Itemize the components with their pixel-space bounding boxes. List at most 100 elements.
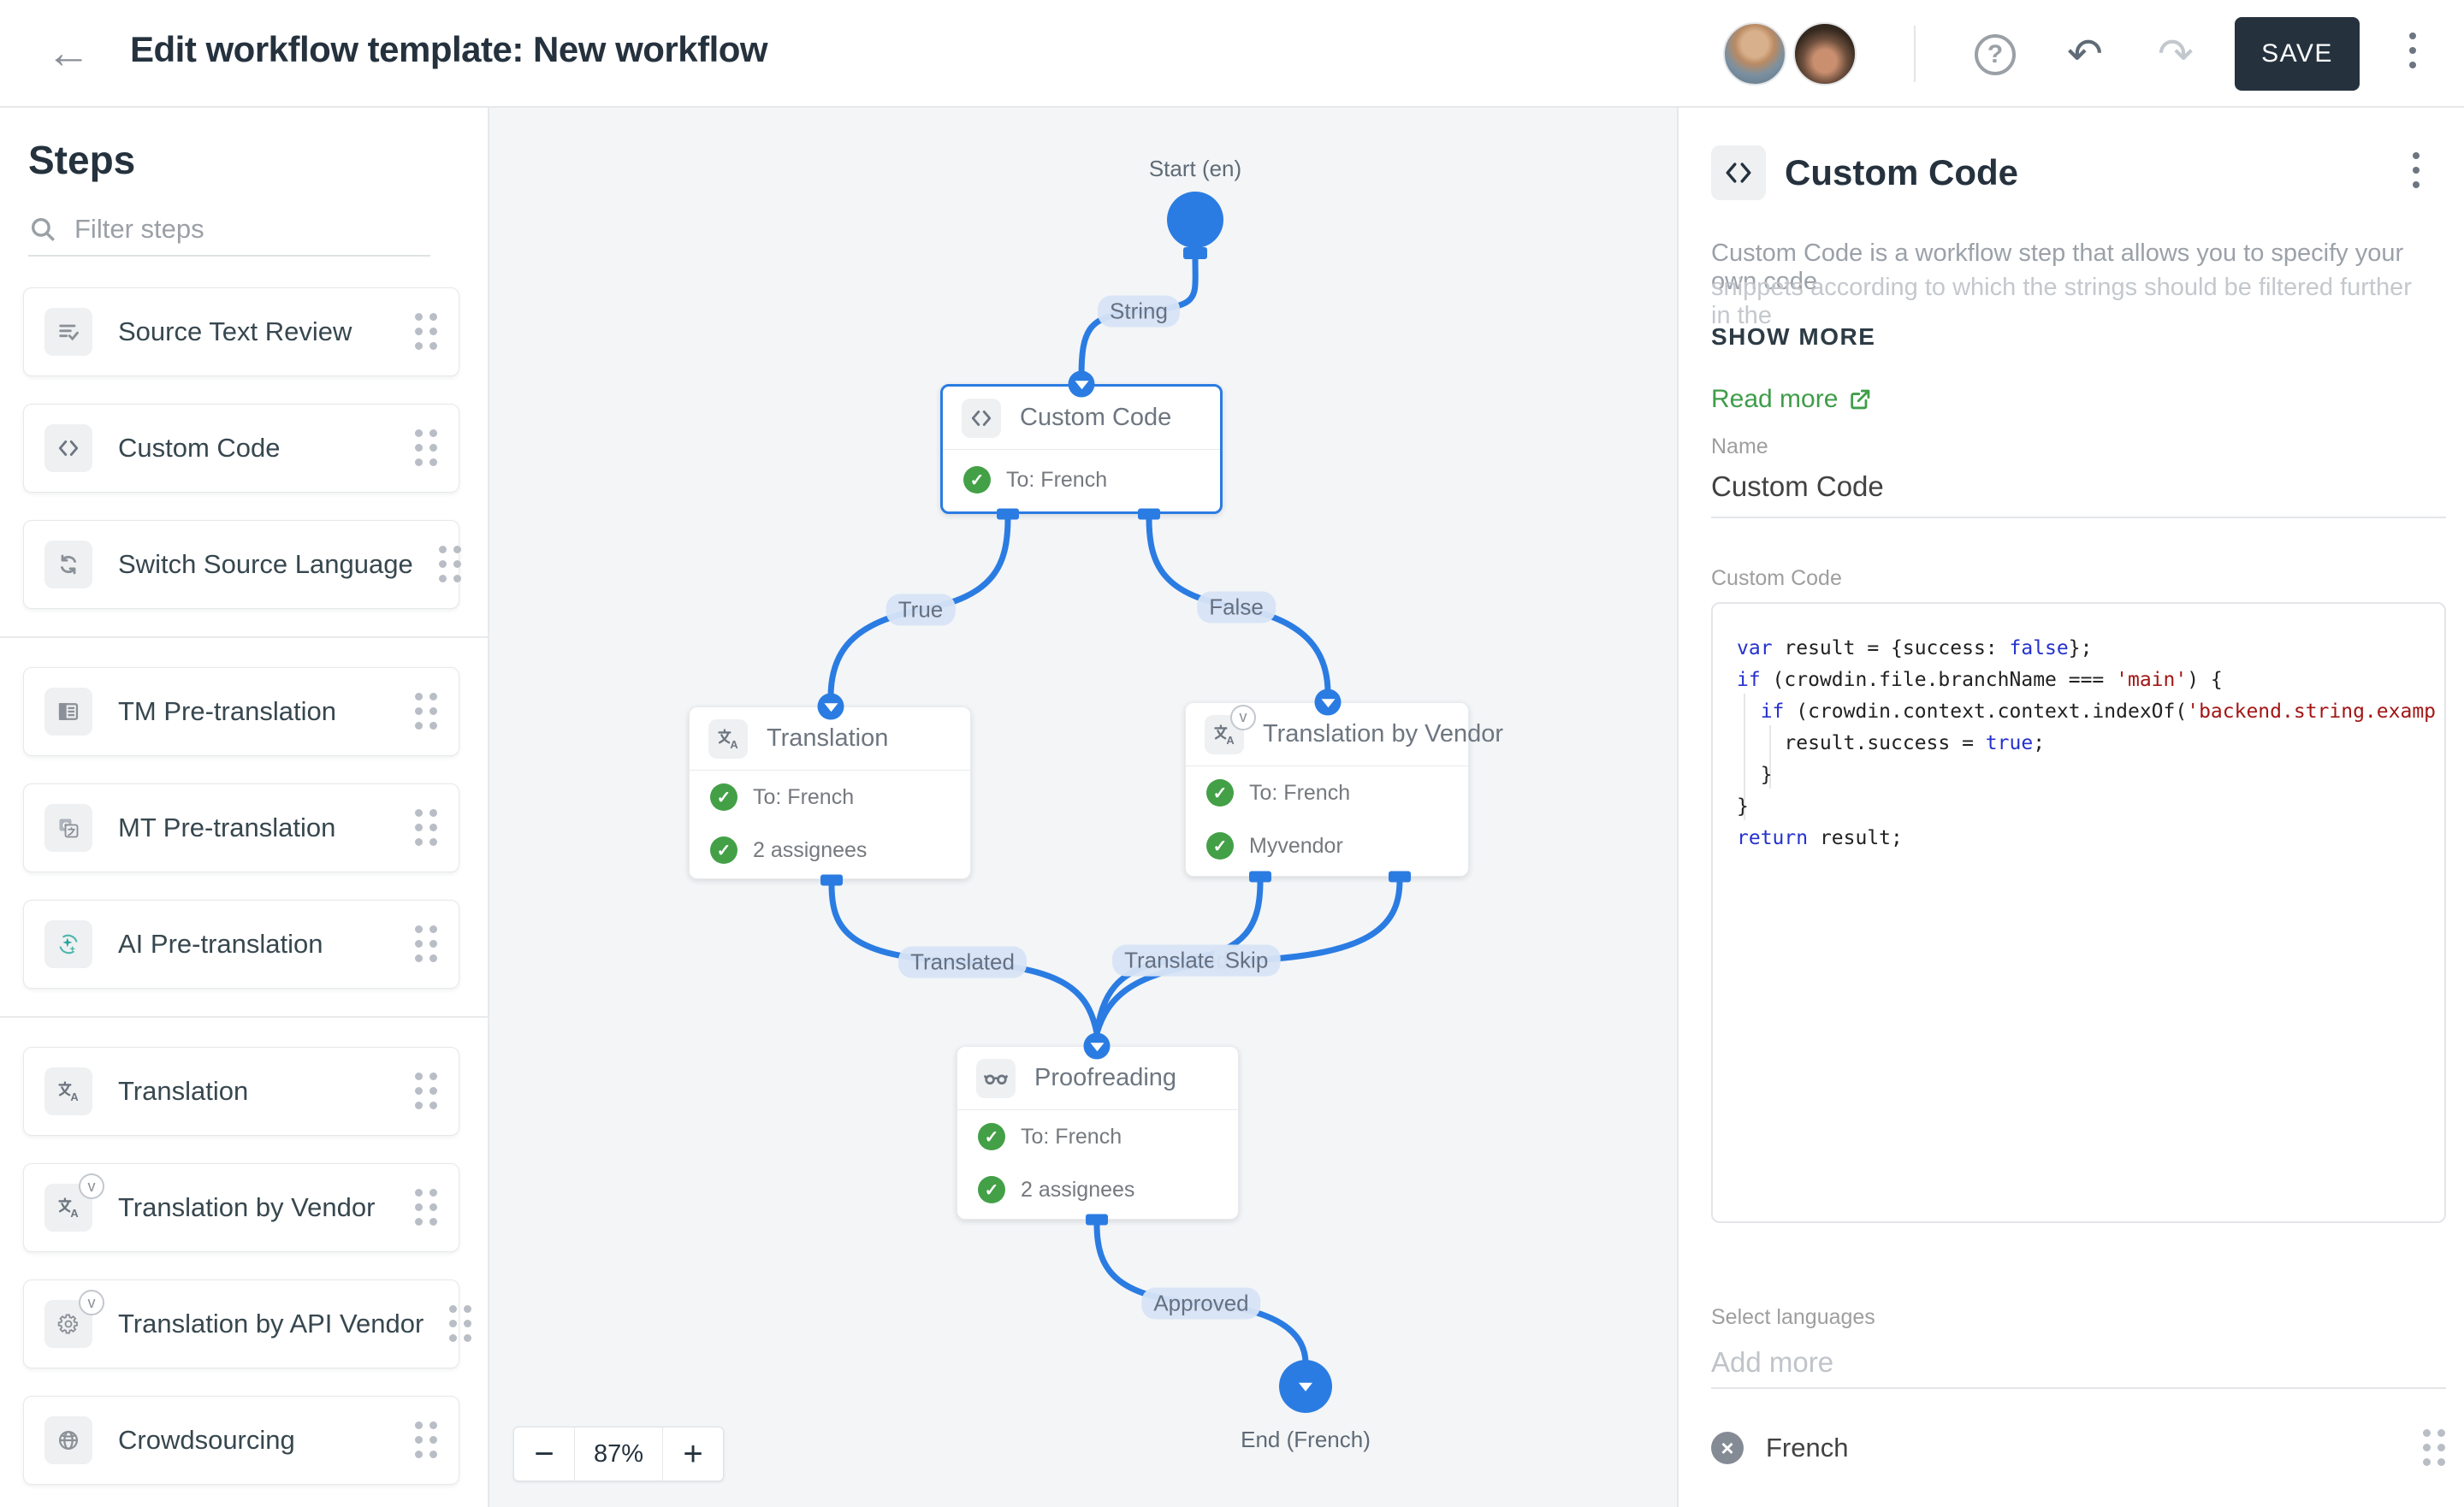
- code-icon: [44, 424, 92, 472]
- step-description-faded: snippets according to which the strings …: [1711, 274, 2430, 330]
- translate-icon: A: [708, 719, 748, 759]
- sidebar-item-custom-code[interactable]: Custom Code: [23, 404, 459, 493]
- search-input[interactable]: [74, 214, 400, 245]
- node-title: Translation by Vendor: [1263, 720, 1503, 748]
- drag-handle-icon[interactable]: [415, 925, 438, 963]
- top-bar: ← Edit workflow template: New workflow ?…: [0, 0, 2464, 108]
- node-check-text: To: French: [1249, 781, 1350, 806]
- mt-icon: G: [44, 804, 92, 852]
- page-title: Edit workflow template: New workflow: [130, 29, 767, 70]
- edge-label-approved: Approved: [1141, 1288, 1260, 1320]
- check-icon: ✓: [710, 836, 737, 864]
- drag-handle-icon[interactable]: [415, 1189, 438, 1226]
- output-port-false[interactable]: [1138, 509, 1160, 520]
- external-link-icon: [1848, 387, 1872, 411]
- check-icon: ✓: [1206, 832, 1234, 860]
- sidebar-item-crowdsourcing[interactable]: Crowdsourcing: [23, 1396, 459, 1485]
- language-row: × French: [1711, 1418, 2446, 1478]
- check-icon: ✓: [710, 783, 737, 811]
- node-title: Translation: [767, 724, 888, 753]
- node-custom-code[interactable]: Custom Code ✓ To: French: [940, 384, 1223, 514]
- language-name: French: [1766, 1433, 2401, 1463]
- sidebar-item-switch-source-language[interactable]: Switch Source Language: [23, 520, 459, 609]
- node-translation-by-vendor[interactable]: A v Translation by Vendor ✓ To: French ✓…: [1185, 702, 1469, 877]
- drag-handle-icon[interactable]: [415, 313, 438, 351]
- output-port-translated[interactable]: [820, 875, 843, 886]
- drag-handle-icon[interactable]: [415, 809, 438, 847]
- output-port-approved[interactable]: [1086, 1214, 1108, 1226]
- output-port-skip[interactable]: [1389, 872, 1411, 883]
- node-check-text: To: French: [1021, 1125, 1122, 1149]
- drag-handle-icon[interactable]: [415, 429, 438, 467]
- sidebar-item-translation[interactable]: ATranslation: [23, 1047, 459, 1136]
- read-more-link[interactable]: Read more: [1711, 385, 1872, 414]
- check-icon: ✓: [978, 1123, 1005, 1150]
- edge-label-false: False: [1197, 592, 1276, 623]
- zoom-in-button[interactable]: +: [663, 1427, 723, 1480]
- drag-handle-icon[interactable]: [2423, 1429, 2446, 1467]
- edge-label-skip: Skip: [1213, 945, 1281, 977]
- avatar[interactable]: [1793, 22, 1857, 86]
- workflow-edges: [489, 108, 1677, 1507]
- translate-vendor-icon: A v: [1205, 715, 1244, 754]
- start-node-label: Start (en): [1149, 156, 1241, 182]
- check-icon: ✓: [978, 1176, 1005, 1203]
- svg-text:A: A: [70, 1090, 78, 1103]
- zoom-level: 87%: [574, 1427, 663, 1480]
- step-label: Translation by Vendor: [118, 1192, 389, 1223]
- more-options-icon[interactable]: [2409, 33, 2416, 68]
- name-input[interactable]: [1711, 470, 2446, 518]
- gear-icon: v: [44, 1300, 92, 1348]
- zoom-out-button[interactable]: −: [514, 1427, 574, 1480]
- show-more-button[interactable]: SHOW MORE: [1711, 323, 1875, 351]
- avatar[interactable]: [1723, 22, 1786, 86]
- globe-icon: [44, 1416, 92, 1464]
- step-label: Crowdsourcing: [118, 1425, 389, 1456]
- start-node[interactable]: [1167, 192, 1223, 248]
- filter-steps-field[interactable]: [28, 204, 430, 257]
- end-node-label: End (French): [1241, 1427, 1371, 1453]
- output-port-true[interactable]: [997, 509, 1019, 520]
- save-button[interactable]: SAVE: [2235, 17, 2360, 91]
- node-proofreading[interactable]: Proofreading ✓ To: French ✓ 2 assignees: [957, 1046, 1239, 1220]
- tm-icon: [44, 688, 92, 736]
- sidebar-item-translation-by-vendor[interactable]: AvTranslation by Vendor: [23, 1163, 459, 1252]
- step-label: MT Pre-translation: [118, 813, 389, 843]
- drag-handle-icon[interactable]: [439, 546, 462, 583]
- drag-handle-icon[interactable]: [449, 1305, 472, 1343]
- sidebar-item-ai-pre-translation[interactable]: AI Pre-translation: [23, 900, 459, 989]
- sidebar-item-mt-pre-translation[interactable]: G MT Pre-translation: [23, 783, 459, 872]
- input-port-arrow-icon: [818, 694, 844, 720]
- sidebar-item-tm-pre-translation[interactable]: TM Pre-translation: [23, 667, 459, 756]
- vendor-badge: v: [1230, 705, 1256, 730]
- drag-handle-icon[interactable]: [415, 1073, 438, 1110]
- help-icon[interactable]: ?: [1975, 34, 2016, 75]
- steps-sidebar: Steps Source Text ReviewCustom CodeSwitc…: [0, 108, 489, 1507]
- redo-icon: ↷: [2158, 29, 2194, 79]
- back-arrow-icon[interactable]: ←: [41, 26, 96, 80]
- node-check-text: Myvendor: [1249, 834, 1343, 859]
- add-language-input[interactable]: Add more: [1711, 1346, 1833, 1379]
- end-node[interactable]: [1279, 1360, 1332, 1413]
- step-label: AI Pre-translation: [118, 929, 389, 960]
- sidebar-item-translation-by-api-vendor[interactable]: vTranslation by API Vendor: [23, 1279, 459, 1368]
- sidebar-item-source-text-review[interactable]: Source Text Review: [23, 287, 459, 376]
- drag-handle-icon[interactable]: [415, 693, 438, 730]
- read-more-label: Read more: [1711, 385, 1838, 414]
- drag-handle-icon[interactable]: [415, 1421, 438, 1459]
- node-translation[interactable]: A Translation ✓ To: French ✓ 2 assignees: [689, 706, 971, 879]
- step-options-icon[interactable]: [2413, 152, 2420, 188]
- code-icon: [1711, 145, 1766, 200]
- step-label: Source Text Review: [118, 316, 389, 347]
- vendor-badge: v: [79, 1290, 104, 1315]
- input-port-arrow-icon: [1315, 689, 1342, 716]
- start-output-port[interactable]: [1183, 247, 1207, 259]
- node-check-text: To: French: [753, 785, 854, 810]
- workflow-canvas[interactable]: Start (en) End (French) String True Fals…: [489, 108, 1677, 1507]
- custom-code-editor[interactable]: var result = {success: false};if (crowdi…: [1711, 602, 2446, 1223]
- node-check-text: 2 assignees: [753, 838, 867, 863]
- output-port-translated[interactable]: [1249, 872, 1271, 883]
- undo-icon[interactable]: ↶: [2067, 29, 2103, 79]
- remove-language-icon[interactable]: ×: [1711, 1432, 1744, 1464]
- node-title: Proofreading: [1034, 1064, 1176, 1092]
